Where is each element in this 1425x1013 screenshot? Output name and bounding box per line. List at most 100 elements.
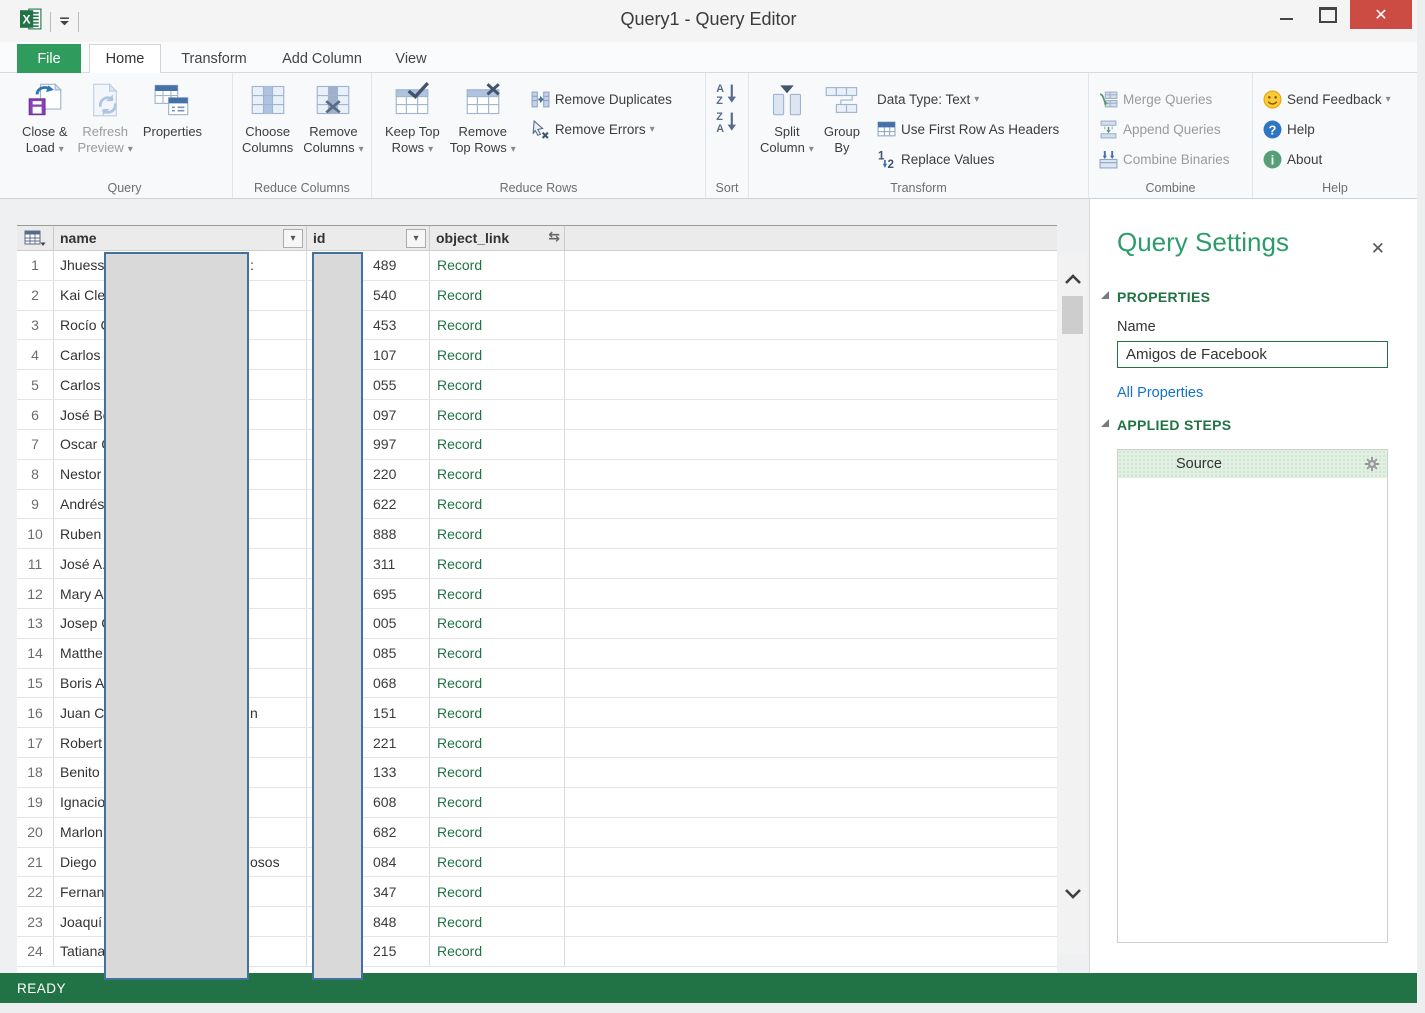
object-link-cell[interactable]: Record — [430, 370, 565, 399]
record-link[interactable]: Record — [437, 257, 482, 273]
use-first-row-as-headers-button[interactable]: Use First Row As Headers — [877, 114, 1059, 144]
tab-add-column[interactable]: Add Column — [267, 44, 377, 73]
expand-column-icon[interactable]: ⇆ — [548, 228, 560, 245]
record-link[interactable]: Record — [437, 287, 482, 303]
object-link-cell[interactable]: Record — [430, 430, 565, 459]
query-name-input[interactable] — [1117, 341, 1388, 368]
column-header-name[interactable]: name ▾ — [54, 226, 307, 250]
scrollbar-thumb[interactable] — [1062, 296, 1083, 334]
step-settings-gear-icon[interactable] — [1365, 457, 1379, 475]
object-link-cell[interactable]: Record — [430, 877, 565, 906]
sort-ascending-button[interactable]: AZ — [715, 81, 739, 107]
merge-queries-button[interactable]: Merge Queries — [1099, 84, 1230, 114]
maximize-button[interactable] — [1308, 0, 1348, 29]
svg-text:i: i — [1271, 153, 1275, 167]
record-link[interactable]: Record — [437, 407, 482, 423]
tab-file[interactable]: File — [17, 44, 81, 73]
object-link-cell[interactable]: Record — [430, 281, 565, 310]
object-link-cell[interactable]: Record — [430, 788, 565, 817]
properties-button[interactable]: Properties — [138, 82, 207, 140]
query-name-label: Name — [1117, 319, 1156, 335]
all-properties-link[interactable]: All Properties — [1117, 385, 1203, 401]
record-link[interactable]: Record — [437, 735, 482, 751]
remove-columns-button[interactable]: RemoveColumns — [298, 82, 368, 158]
record-link[interactable]: Record — [437, 496, 482, 512]
scroll-up-icon[interactable] — [1058, 266, 1087, 292]
record-link[interactable]: Record — [437, 884, 482, 900]
object-link-cell[interactable]: Record — [430, 728, 565, 757]
object-link-cell[interactable]: Record — [430, 311, 565, 340]
record-link[interactable]: Record — [437, 914, 482, 930]
remove-top-rows-button[interactable]: RemoveTop Rows — [445, 82, 521, 158]
object-link-cell[interactable]: Record — [430, 460, 565, 489]
object-link-cell[interactable]: Record — [430, 251, 565, 280]
remove-duplicates-button[interactable]: Remove Duplicates — [531, 84, 672, 114]
append-queries-button[interactable]: Append Queries — [1099, 114, 1230, 144]
close-and-load-button[interactable]: Close &Load — [17, 82, 73, 158]
data-type-label: Data Type: Text — [877, 92, 970, 107]
record-link[interactable]: Record — [437, 705, 482, 721]
record-link[interactable]: Record — [437, 377, 482, 393]
record-link[interactable]: Record — [437, 526, 482, 542]
about-button[interactable]: i About — [1263, 144, 1391, 174]
table-menu-button[interactable] — [17, 226, 54, 250]
panel-close-icon[interactable]: ✕ — [1371, 239, 1385, 259]
tab-view[interactable]: View — [385, 44, 437, 73]
vertical-scrollbar[interactable] — [1058, 252, 1087, 954]
refresh-preview-button[interactable]: RefreshPreview — [73, 82, 138, 158]
collapse-applied-steps-icon[interactable] — [1101, 419, 1109, 427]
record-link[interactable]: Record — [437, 943, 482, 959]
applied-step-source[interactable]: Source — [1118, 450, 1387, 478]
record-link[interactable]: Record — [437, 556, 482, 572]
object-link-cell[interactable]: Record — [430, 340, 565, 369]
object-link-cell[interactable]: Record — [430, 400, 565, 429]
data-type-button[interactable]: Data Type: Text — [877, 84, 1059, 114]
object-link-cell[interactable]: Record — [430, 669, 565, 698]
column-header-object-link[interactable]: object_link ⇆ — [430, 226, 565, 250]
remove-errors-button[interactable]: Remove Errors — [531, 114, 672, 144]
record-link[interactable]: Record — [437, 764, 482, 780]
record-link[interactable]: Record — [437, 854, 482, 870]
object-link-cell[interactable]: Record — [430, 639, 565, 668]
tab-home[interactable]: Home — [89, 44, 161, 73]
object-link-cell[interactable]: Record — [430, 818, 565, 847]
object-link-cell[interactable]: Record — [430, 579, 565, 608]
object-link-cell[interactable]: Record — [430, 609, 565, 638]
help-button[interactable]: ? Help — [1263, 114, 1391, 144]
combine-binaries-button[interactable]: Combine Binaries — [1099, 144, 1230, 174]
object-link-cell[interactable]: Record — [430, 848, 565, 877]
column-header-id[interactable]: id ▾ — [307, 226, 430, 250]
record-link[interactable]: Record — [437, 317, 482, 333]
record-link[interactable]: Record — [437, 466, 482, 482]
split-column-button[interactable]: SplitColumn — [755, 82, 819, 158]
object-link-cell[interactable]: Record — [430, 490, 565, 519]
record-link[interactable]: Record — [437, 586, 482, 602]
record-link[interactable]: Record — [437, 794, 482, 810]
keep-top-rows-button[interactable]: Keep TopRows — [380, 82, 445, 158]
minimize-button[interactable] — [1266, 0, 1306, 29]
object-link-cell[interactable]: Record — [430, 758, 565, 787]
group-by-button[interactable]: GroupBy — [819, 82, 865, 156]
record-link[interactable]: Record — [437, 347, 482, 363]
object-link-cell[interactable]: Record — [430, 937, 565, 966]
sort-descending-button[interactable]: ZA — [715, 109, 739, 135]
tab-transform[interactable]: Transform — [169, 44, 259, 73]
replace-values-button[interactable]: 12 Replace Values — [877, 144, 1059, 174]
record-link[interactable]: Record — [437, 675, 482, 691]
record-link[interactable]: Record — [437, 436, 482, 452]
record-link[interactable]: Record — [437, 645, 482, 661]
id-filter-dropdown[interactable]: ▾ — [406, 229, 426, 248]
collapse-properties-icon[interactable] — [1101, 291, 1109, 299]
name-filter-dropdown[interactable]: ▾ — [283, 229, 303, 248]
record-link[interactable]: Record — [437, 615, 482, 631]
send-feedback-button[interactable]: Send Feedback — [1263, 84, 1391, 114]
object-link-cell[interactable]: Record — [430, 907, 565, 936]
object-link-cell[interactable]: Record — [430, 549, 565, 578]
combine-binaries-icon — [1099, 150, 1118, 169]
record-link[interactable]: Record — [437, 824, 482, 840]
scroll-down-icon[interactable] — [1058, 880, 1087, 906]
choose-columns-button[interactable]: ChooseColumns — [237, 82, 298, 156]
object-link-cell[interactable]: Record — [430, 519, 565, 548]
object-link-cell[interactable]: Record — [430, 698, 565, 727]
close-window-button[interactable] — [1350, 0, 1412, 29]
